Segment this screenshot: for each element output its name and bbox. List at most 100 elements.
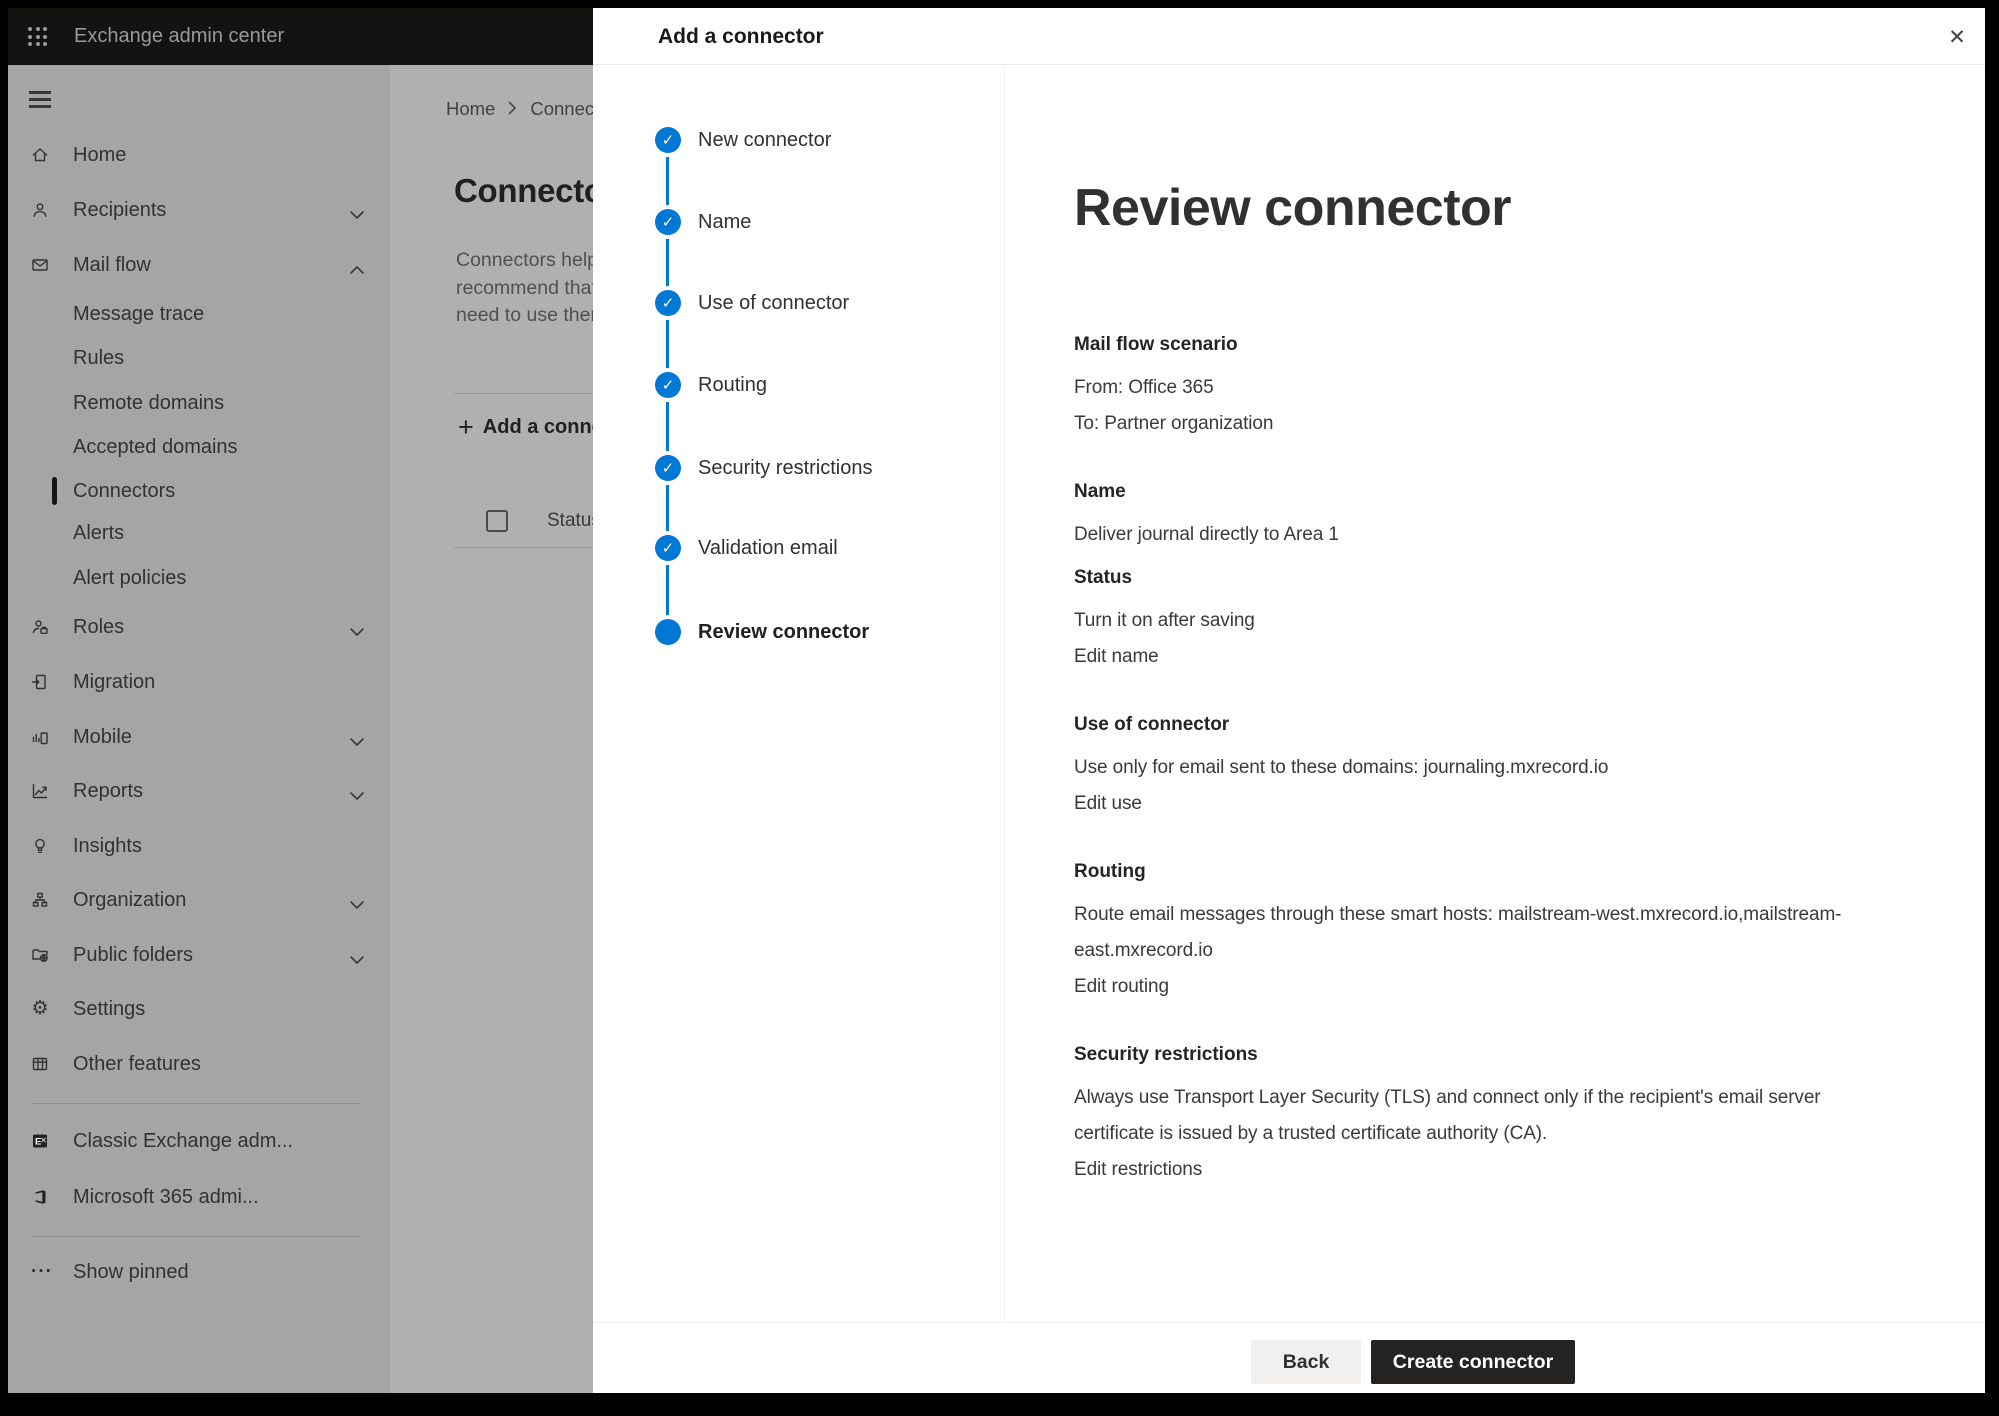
section-header: Status: [1074, 560, 1929, 596]
table-grid-icon: [31, 1055, 49, 1073]
panel-title: Add a connector: [658, 8, 824, 65]
ellipsis-icon: ···: [31, 1263, 49, 1281]
sidebar-item-home[interactable]: Home: [8, 133, 390, 177]
sidebar-item-remote-domains[interactable]: Remote domains: [8, 381, 390, 425]
create-connector-button[interactable]: Create connector: [1371, 1340, 1575, 1384]
step-routing[interactable]: ✓ Routing: [593, 363, 1004, 407]
exchange-admin-center: Exchange admin center Home Recipients Ma…: [8, 8, 1985, 1393]
envelope-icon: [31, 256, 49, 274]
section-line: Turn it on after saving: [1074, 603, 1929, 639]
gear-icon: ⚙: [31, 1000, 49, 1018]
sidebar-item-mobile[interactable]: Mobile: [8, 715, 390, 759]
sidebar-item-rules[interactable]: Rules: [8, 336, 390, 380]
section-header: Use of connector: [1074, 707, 1929, 743]
home-icon: [31, 146, 49, 164]
sidebar-item-alerts[interactable]: Alerts: [8, 511, 390, 555]
breadcrumb-home[interactable]: Home: [446, 98, 495, 120]
chevron-down-icon: [350, 787, 364, 795]
review-connector-content: Review connector Mail flow scenario From…: [1006, 65, 1985, 1322]
breadcrumb-chevron-icon: [508, 98, 517, 120]
screenshot-frame: Exchange admin center Home Recipients Ma…: [0, 0, 1999, 1416]
review-heading: Review connector: [1074, 178, 1929, 238]
step-completed-icon: ✓: [655, 290, 681, 316]
org-tree-icon: [31, 891, 49, 909]
selected-indicator: [52, 477, 57, 505]
section-mail-flow-scenario: Mail flow scenario From: Office 365 To: …: [1074, 327, 1929, 442]
step-completed-icon: ✓: [655, 209, 681, 235]
step-name[interactable]: ✓ Name: [593, 200, 1004, 244]
sidebar-item-insights[interactable]: Insights: [8, 824, 390, 868]
sidebar-divider: [31, 1236, 360, 1237]
sidebar-item-roles[interactable]: Roles: [8, 605, 390, 649]
office-logo-icon: [31, 1188, 49, 1206]
mobile-chart-icon: [31, 728, 49, 746]
person-badge-icon: [31, 618, 49, 636]
lightbulb-icon: [31, 837, 49, 855]
edit-name-link[interactable]: Edit name: [1074, 639, 1159, 675]
step-validation-email[interactable]: ✓ Validation email: [593, 526, 1004, 570]
sidebar-divider: [31, 1103, 360, 1104]
section-line: Deliver journal directly to Area 1: [1074, 517, 1929, 553]
edit-use-link[interactable]: Edit use: [1074, 786, 1142, 822]
back-button[interactable]: Back: [1251, 1340, 1361, 1384]
section-header: Mail flow scenario: [1074, 327, 1929, 363]
section-header: Routing: [1074, 854, 1929, 890]
sidebar-item-show-pinned[interactable]: ··· Show pinned: [8, 1250, 390, 1294]
step-completed-icon: ✓: [655, 372, 681, 398]
sidebar-item-settings[interactable]: ⚙ Settings: [8, 987, 390, 1031]
step-completed-icon: ✓: [655, 455, 681, 481]
close-icon[interactable]: ✕: [1944, 25, 1970, 51]
page-description: Connectors help recommend that need to u…: [456, 247, 598, 330]
folder-globe-icon: [31, 946, 49, 964]
section-header: Name: [1074, 474, 1929, 510]
sidebar-item-organization[interactable]: Organization: [8, 878, 390, 922]
chevron-down-icon: [350, 951, 364, 959]
section-line: Use only for email sent to these domains…: [1074, 750, 1929, 786]
select-all-checkbox[interactable]: [486, 510, 508, 532]
add-connector-panel: Add a connector ✕ ✓ New connector ✓ Name…: [593, 8, 1985, 1393]
panel-footer: Back Create connector: [593, 1322, 1985, 1393]
left-nav: Home Recipients Mail flow Message trace …: [8, 65, 390, 1393]
sidebar-item-classic-exchange-admin[interactable]: E Classic Exchange adm...: [8, 1119, 390, 1163]
document-arrow-icon: [31, 673, 49, 691]
wizard-steps-rail: ✓ New connector ✓ Name ✓ Use of connecto…: [593, 65, 1005, 1322]
step-review-connector[interactable]: Review connector: [593, 610, 1004, 654]
chevron-down-icon: [350, 896, 364, 904]
step-completed-icon: ✓: [655, 535, 681, 561]
section-status: Status Turn it on after saving Edit name: [1074, 560, 1929, 675]
sidebar-item-mail-flow[interactable]: Mail flow: [8, 243, 390, 287]
app-launcher-waffle-icon[interactable]: [26, 25, 50, 49]
edit-restrictions-link[interactable]: Edit restrictions: [1074, 1152, 1202, 1188]
app-title: Exchange admin center: [74, 8, 284, 65]
sidebar-item-microsoft-365-admin[interactable]: Microsoft 365 admi...: [8, 1175, 390, 1219]
sidebar-item-accepted-domains[interactable]: Accepted domains: [8, 425, 390, 469]
sidebar-item-connectors[interactable]: Connectors: [8, 469, 390, 513]
sidebar-item-other-features[interactable]: Other features: [8, 1042, 390, 1086]
section-line: east.mxrecord.io: [1074, 933, 1929, 969]
section-use-of-connector: Use of connector Use only for email sent…: [1074, 707, 1929, 822]
sidebar-item-reports[interactable]: Reports: [8, 769, 390, 813]
step-new-connector[interactable]: ✓ New connector: [593, 118, 1004, 162]
plus-icon: +: [458, 414, 474, 441]
sidebar-item-alert-policies[interactable]: Alert policies: [8, 556, 390, 600]
chevron-down-icon: [350, 206, 364, 214]
section-line: Route email messages through these smart…: [1074, 897, 1929, 933]
svg-text:E: E: [35, 1137, 41, 1148]
section-line: Always use Transport Layer Security (TLS…: [1074, 1080, 1929, 1116]
hamburger-icon[interactable]: [29, 91, 51, 108]
sidebar-item-recipients[interactable]: Recipients: [8, 188, 390, 232]
chevron-up-icon: [350, 261, 364, 269]
section-name: Name Deliver journal directly to Area 1: [1074, 474, 1929, 553]
sidebar-item-message-trace[interactable]: Message trace: [8, 292, 390, 336]
sidebar-item-migration[interactable]: Migration: [8, 660, 390, 704]
chevron-down-icon: [350, 623, 364, 631]
section-routing: Routing Route email messages through the…: [1074, 854, 1929, 1005]
step-security-restrictions[interactable]: ✓ Security restrictions: [593, 446, 1004, 490]
edit-routing-link[interactable]: Edit routing: [1074, 969, 1169, 1005]
section-line: From: Office 365: [1074, 370, 1929, 406]
section-line: To: Partner organization: [1074, 406, 1929, 442]
step-use-of-connector[interactable]: ✓ Use of connector: [593, 281, 1004, 325]
section-line: certificate is issued by a trusted certi…: [1074, 1116, 1929, 1152]
step-completed-icon: ✓: [655, 127, 681, 153]
sidebar-item-public-folders[interactable]: Public folders: [8, 933, 390, 977]
